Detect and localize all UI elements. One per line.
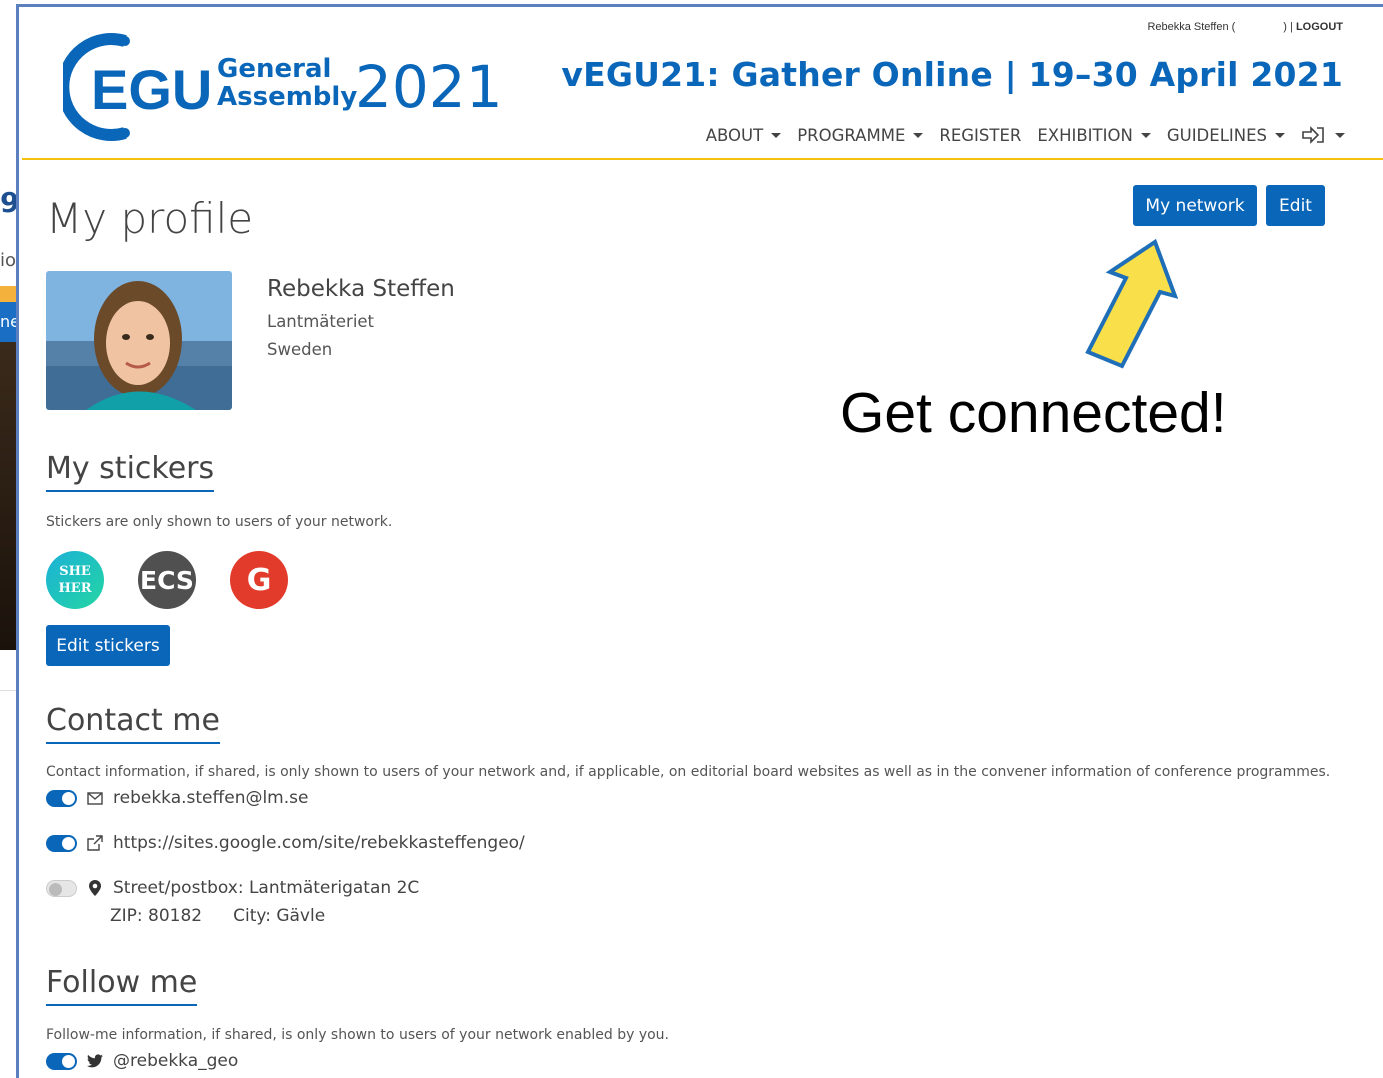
header-rule: [22, 158, 1383, 160]
map-marker-icon: [85, 879, 105, 897]
logo-abbr: EGU: [91, 58, 212, 121]
nav-label: EXHIBITION: [1037, 125, 1133, 145]
contact-city: City: Gävle: [233, 906, 326, 926]
sticker-pronouns[interactable]: SHE HER: [46, 551, 104, 609]
caret-down-icon: [771, 132, 782, 138]
follow-heading: Follow me: [46, 965, 198, 1006]
user-name[interactable]: Rebekka Steffen (: [1147, 21, 1235, 33]
caret-down-icon: [1275, 132, 1285, 138]
share-twitter-toggle[interactable]: [46, 1052, 77, 1070]
profile-name: Rebekka Steffen: [267, 276, 455, 302]
avatar: [46, 271, 232, 410]
contact-email[interactable]: rebekka.steffen@lm.se: [113, 788, 308, 808]
nav-signin[interactable]: [1301, 125, 1345, 145]
contact-website[interactable]: https://sites.google.com/site/rebekkaste…: [113, 833, 525, 853]
share-email-toggle[interactable]: [46, 789, 77, 807]
stickers-note: Stickers are only shown to users of your…: [46, 514, 393, 530]
caret-down-icon: [1140, 132, 1151, 138]
nav-programme[interactable]: PROGRAMME: [797, 125, 924, 145]
external-link-icon: [85, 834, 105, 852]
nav-label: PROGRAMME: [797, 125, 906, 145]
sticker-label: SHE: [59, 564, 91, 579]
nav-register[interactable]: REGISTER: [939, 125, 1021, 145]
stickers-heading: My stickers: [46, 451, 215, 492]
nav-label: GUIDELINES: [1166, 125, 1267, 145]
caret-down-icon: [913, 132, 924, 138]
user-suffix: ) |: [1283, 21, 1293, 33]
user-bar: Rebekka Steffen ( ) | LOGOUT: [1147, 21, 1343, 33]
logout-link[interactable]: LOGOUT: [1296, 21, 1343, 33]
sticker-label: HER: [58, 581, 92, 596]
edit-stickers-button[interactable]: Edit stickers: [46, 625, 170, 666]
contact-email-row: rebekka.steffen@lm.se: [46, 788, 308, 808]
contact-note: Contact information, if shared, is only …: [46, 764, 1331, 780]
contact-zip: ZIP: 80182: [110, 906, 203, 926]
twitter-handle[interactable]: @rebekka_geo: [113, 1051, 238, 1071]
follow-note: Follow-me information, if shared, is onl…: [46, 1027, 669, 1043]
nav-guidelines[interactable]: GUIDELINES: [1167, 125, 1285, 145]
share-address-toggle[interactable]: [46, 879, 77, 897]
contact-address-row: Street/postbox: Lantmäterigatan 2C: [46, 878, 419, 898]
nav-about[interactable]: ABOUT: [705, 125, 782, 145]
profile-organization: Lantmäteriet: [267, 312, 375, 331]
nav-label: REGISTER: [939, 125, 1022, 145]
egu-logo[interactable]: EGU General Assembly 2021: [57, 23, 503, 143]
caret-down-icon: [1335, 132, 1345, 138]
contact-street: Street/postbox: Lantmäterigatan 2C: [113, 878, 420, 898]
logo-year: 2021: [355, 53, 503, 121]
main-nav: ABOUT PROGRAMME REGISTER EXHIBITION GUID…: [706, 125, 1345, 145]
contact-address-line2: ZIP: 80182 City: Gävle: [110, 906, 325, 926]
contact-heading: Contact me: [46, 703, 220, 744]
contact-website-row: https://sites.google.com/site/rebekkaste…: [46, 833, 525, 853]
logo-line1: General: [217, 54, 331, 84]
annotation-text: Get connected!: [840, 381, 1227, 445]
sign-in-icon: [1302, 126, 1324, 144]
sticker-ecs[interactable]: ECS: [138, 551, 196, 609]
envelope-icon: [85, 789, 105, 807]
page-title: My profile: [46, 194, 254, 243]
event-title: vEGU21: Gather Online | 19–30 April 2021: [561, 55, 1343, 94]
annotation-arrow-icon: [1060, 230, 1210, 380]
follow-twitter-row: @rebekka_geo: [46, 1051, 238, 1071]
nav-exhibition[interactable]: EXHIBITION: [1037, 125, 1151, 145]
logo-line2: Assembly: [217, 82, 357, 112]
sticker-g[interactable]: G: [230, 551, 288, 609]
edit-profile-button[interactable]: Edit: [1266, 185, 1325, 226]
background-fragment: io: [0, 250, 17, 271]
profile-country: Sweden: [267, 340, 333, 359]
share-website-toggle[interactable]: [46, 834, 77, 852]
nav-label: ABOUT: [705, 125, 764, 145]
twitter-icon: [85, 1052, 105, 1070]
my-network-button[interactable]: My network: [1133, 185, 1257, 226]
